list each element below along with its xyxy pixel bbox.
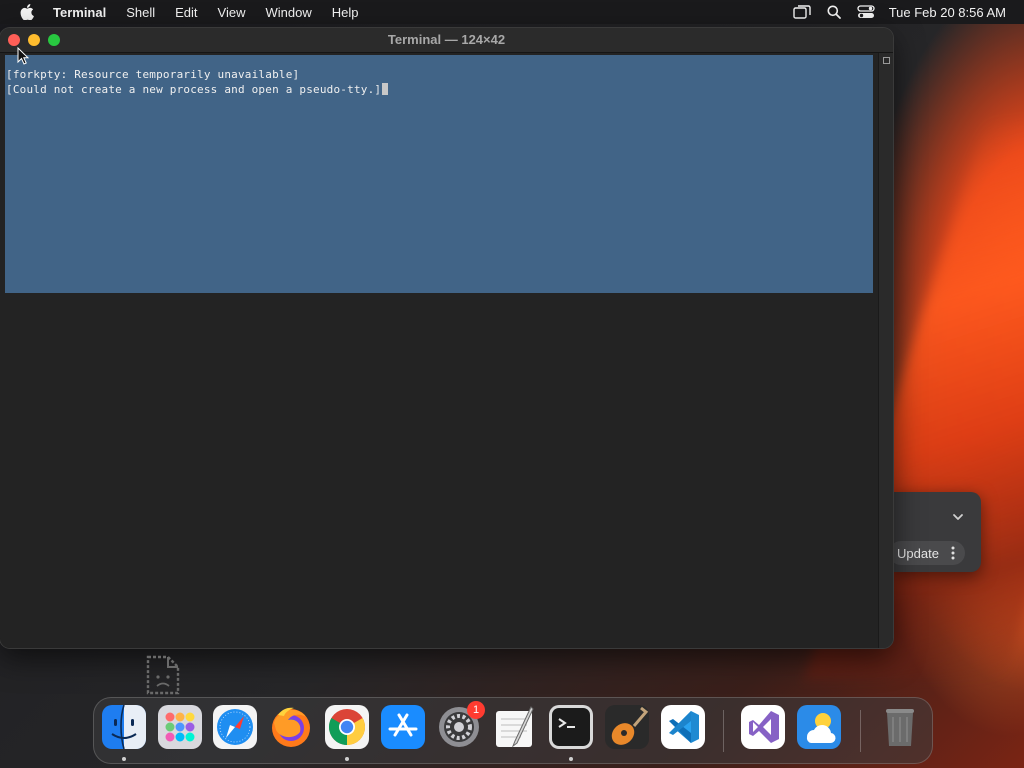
missing-document-icon	[145, 655, 181, 700]
dock-safari[interactable]	[213, 705, 257, 749]
update-button[interactable]: Update	[889, 541, 965, 565]
terminal-line: [forkpty: Resource temporarily unavailab…	[6, 68, 300, 81]
safari-icon	[213, 705, 257, 749]
window-title: Terminal — 124×42	[387, 32, 506, 47]
running-indicator	[122, 757, 126, 761]
notification-badge: 1	[467, 701, 485, 719]
menu-window[interactable]: Window	[266, 5, 312, 20]
vscode-icon	[661, 705, 705, 749]
terminal-window: Terminal — 124×42 [forkpty: Resource tem…	[0, 28, 893, 648]
dock-terminal[interactable]	[549, 705, 593, 749]
dock: 1	[93, 697, 933, 764]
running-indicator	[345, 757, 349, 761]
chrome-icon	[325, 705, 369, 749]
terminal-icon	[549, 705, 593, 749]
dock-weather[interactable]	[797, 705, 841, 749]
dock-separator	[723, 710, 724, 752]
terminal-line: [Could not create a new process and open…	[6, 83, 382, 96]
text-cursor	[382, 83, 389, 95]
menu-shell[interactable]: Shell	[126, 5, 155, 20]
finder-icon	[102, 704, 146, 750]
dock-app-store[interactable]	[381, 705, 425, 749]
textedit-icon	[496, 706, 534, 748]
control-center-icon[interactable]	[857, 5, 875, 19]
weather-icon	[797, 705, 841, 749]
menu-clock[interactable]: Tue Feb 20 8:56 AM	[889, 5, 1006, 20]
dock-finder[interactable]	[102, 704, 146, 750]
trash-icon	[886, 709, 914, 746]
menu-view[interactable]: View	[218, 5, 246, 20]
dock-trash[interactable]	[878, 705, 922, 749]
running-indicator	[569, 757, 573, 761]
dock-launchpad[interactable]	[158, 705, 202, 749]
vertical-scrollbar[interactable]	[878, 53, 893, 648]
more-options-icon[interactable]	[951, 546, 955, 563]
terminal-output[interactable]: [forkpty: Resource temporarily unavailab…	[0, 53, 878, 648]
menu-app-name[interactable]: Terminal	[53, 5, 106, 20]
title-bar[interactable]: Terminal — 124×42	[0, 28, 893, 53]
menu-bar: Terminal Shell Edit View Window Help Tue…	[0, 0, 1024, 24]
notification-banner[interactable]: Update	[889, 492, 981, 572]
dock-chrome[interactable]	[325, 705, 369, 749]
update-button-label: Update	[897, 545, 939, 561]
dock-garageband[interactable]	[605, 705, 649, 749]
dock-system-settings[interactable]: 1	[437, 701, 485, 749]
menu-edit[interactable]: Edit	[175, 5, 197, 20]
screen-mirroring-icon[interactable]	[792, 5, 811, 19]
dock-visual-studio[interactable]	[741, 705, 785, 749]
dock-separator	[860, 710, 861, 752]
dock-textedit[interactable]	[493, 705, 537, 749]
split-pane-icon[interactable]	[883, 57, 890, 64]
mouse-pointer-icon	[17, 46, 30, 70]
firefox-icon	[272, 707, 310, 747]
terminal-line-with-cursor: [Could not create a new process and open…	[6, 83, 389, 96]
app-store-icon	[381, 705, 425, 749]
menu-extras: Tue Feb 20 8:56 AM	[777, 0, 1006, 24]
dock-firefox[interactable]	[269, 705, 313, 749]
launchpad-icon	[158, 705, 202, 749]
apple-menu-icon[interactable]	[20, 4, 34, 20]
guitar-icon	[605, 705, 649, 749]
spotlight-search-icon[interactable]	[827, 5, 841, 19]
dock-vscode[interactable]	[661, 705, 705, 749]
menu-help[interactable]: Help	[332, 5, 359, 20]
visual-studio-icon	[741, 705, 785, 749]
chevron-down-icon[interactable]	[951, 510, 965, 529]
